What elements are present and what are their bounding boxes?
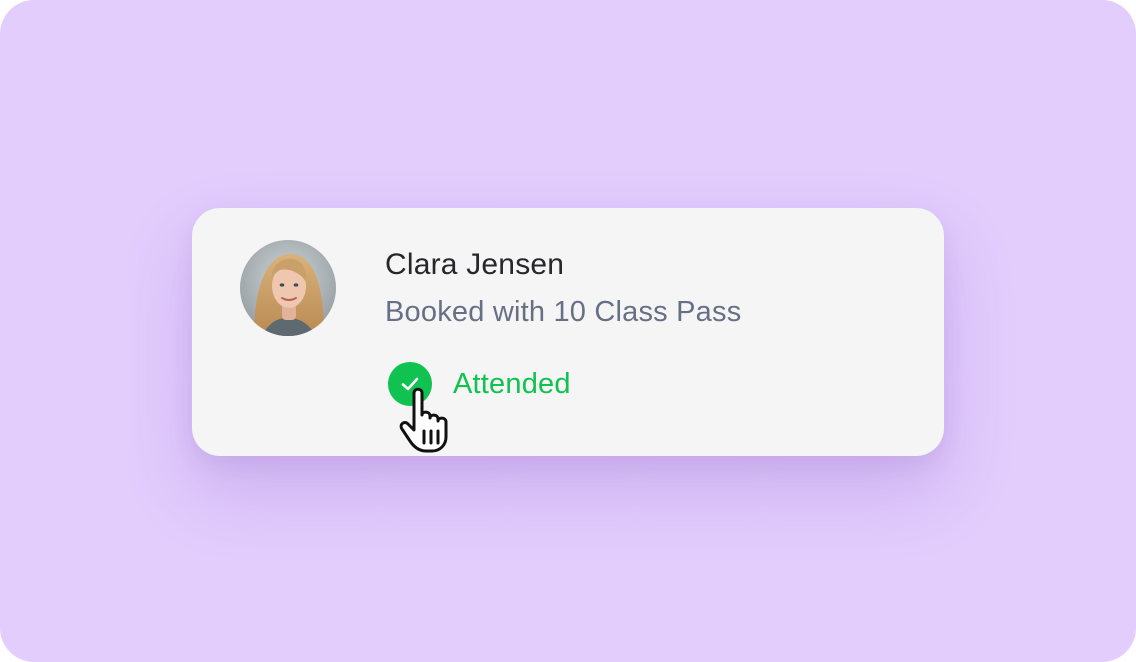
avatar-image	[240, 240, 336, 336]
check-circle-icon[interactable]	[388, 362, 432, 406]
attendance-status-toggle[interactable]: Attended	[388, 362, 571, 406]
page-background: Clara Jensen Booked with 10 Class Pass A…	[0, 0, 1136, 662]
client-name: Clara Jensen	[385, 248, 565, 281]
attendance-status-label: Attended	[453, 367, 571, 400]
checkmark-icon	[401, 377, 419, 391]
booking-card: Clara Jensen Booked with 10 Class Pass A…	[192, 208, 944, 456]
avatar	[240, 240, 336, 336]
booking-info: Booked with 10 Class Pass	[385, 296, 742, 328]
